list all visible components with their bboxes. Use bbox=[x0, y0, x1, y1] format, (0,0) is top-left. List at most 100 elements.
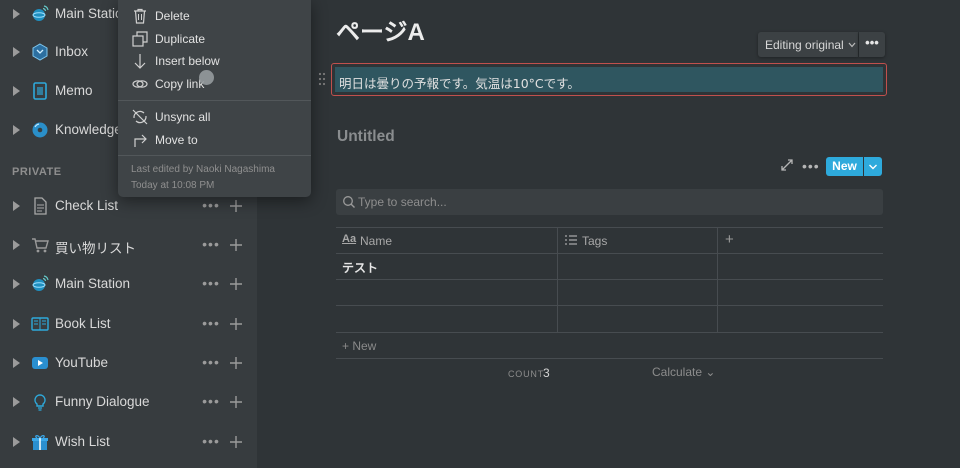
globe-satellite-icon bbox=[32, 5, 49, 21]
add-page-icon[interactable] bbox=[227, 236, 245, 254]
more-options-icon[interactable]: ••• bbox=[201, 353, 221, 373]
page-title[interactable]: ページA bbox=[336, 12, 425, 47]
more-options-icon[interactable]: ••• bbox=[201, 392, 221, 412]
add-page-icon[interactable] bbox=[227, 433, 245, 451]
table-row[interactable]: テスト bbox=[336, 254, 883, 279]
sidebar-item-label: Check List bbox=[55, 198, 119, 213]
synced-block-more-button[interactable]: ••• bbox=[859, 32, 885, 57]
database-more-icon[interactable]: ••• bbox=[802, 158, 820, 174]
sidebar-item-label: 買い物リスト bbox=[55, 241, 136, 256]
last-edited-timestamp: Today at 10:08 PM bbox=[131, 180, 215, 191]
link-icon bbox=[132, 80, 148, 88]
table-row[interactable] bbox=[336, 306, 883, 331]
last-edited-text: Last edited by Naoki Nagashima bbox=[131, 164, 275, 175]
menu-divider bbox=[118, 155, 311, 156]
gift-icon bbox=[32, 435, 48, 450]
more-options-icon[interactable]: ••• bbox=[201, 235, 221, 255]
expand-caret-icon[interactable] bbox=[13, 319, 20, 329]
lightbulb-icon bbox=[34, 394, 46, 411]
search-input[interactable] bbox=[358, 191, 858, 213]
sidebar-item-wish-list[interactable]: Wish List ••• bbox=[0, 428, 257, 458]
sidebar-item-label: Funny Dialogue bbox=[55, 394, 150, 409]
chevron-down-icon bbox=[848, 42, 856, 47]
add-page-icon[interactable] bbox=[227, 197, 245, 215]
calculate-button[interactable]: Calculate ⌄ bbox=[652, 365, 715, 379]
expand-caret-icon[interactable] bbox=[13, 397, 20, 407]
more-options-icon[interactable]: ••• bbox=[201, 274, 221, 294]
unsync-icon bbox=[132, 109, 148, 125]
expand-icon[interactable] bbox=[780, 158, 794, 172]
menu-item-label: Delete bbox=[155, 9, 190, 23]
add-page-icon[interactable] bbox=[227, 315, 245, 333]
more-options-icon[interactable]: ••• bbox=[201, 432, 221, 452]
menu-item-copy-link[interactable]: Copy link bbox=[118, 73, 311, 95]
more-options-icon[interactable]: ••• bbox=[201, 314, 221, 334]
table-border bbox=[336, 332, 883, 333]
count-value: 3 bbox=[543, 366, 550, 380]
menu-item-insert-below[interactable]: Insert below bbox=[118, 50, 311, 72]
expand-caret-icon[interactable] bbox=[13, 125, 20, 135]
sidebar-item-label: Knowledge bbox=[55, 122, 122, 137]
section-label-private: PRIVATE bbox=[12, 166, 62, 178]
memo-icon bbox=[33, 82, 47, 100]
sidebar-item-label: Book List bbox=[55, 316, 111, 331]
search-bar[interactable] bbox=[336, 189, 883, 215]
database-title[interactable]: Untitled bbox=[337, 128, 395, 146]
sidebar-item-youtube[interactable]: YouTube ••• bbox=[0, 349, 257, 379]
sidebar-item-main-station-2[interactable]: Main Station ••• bbox=[0, 270, 257, 300]
column-header-name[interactable]: Aa Name bbox=[336, 227, 557, 253]
expand-caret-icon[interactable] bbox=[13, 437, 20, 447]
sidebar-item-funny-dialogue[interactable]: Funny Dialogue ••• bbox=[0, 388, 257, 418]
sidebar-item-label: Memo bbox=[55, 83, 93, 98]
column-header-label: Name bbox=[360, 234, 393, 248]
sidebar-item-book-list[interactable]: Book List ••• bbox=[0, 310, 257, 340]
synced-block-text[interactable]: 明日は曇りの予報です。気温は10°Cです。 bbox=[339, 73, 580, 92]
expand-caret-icon[interactable] bbox=[13, 9, 20, 19]
menu-item-label: Insert below bbox=[155, 54, 220, 68]
editing-original-button[interactable]: Editing original bbox=[758, 32, 858, 57]
table-border bbox=[336, 358, 883, 359]
add-page-icon[interactable] bbox=[227, 275, 245, 293]
expand-caret-icon[interactable] bbox=[13, 47, 20, 57]
move-to-icon bbox=[134, 134, 147, 147]
document-icon bbox=[34, 197, 47, 215]
drag-handle-icon[interactable] bbox=[318, 72, 328, 86]
more-options-icon[interactable]: ••• bbox=[201, 196, 221, 216]
sidebar-item-label: YouTube bbox=[55, 355, 109, 370]
table-row[interactable] bbox=[336, 280, 883, 305]
add-column-button[interactable]: + bbox=[725, 231, 734, 248]
shopping-cart-icon bbox=[32, 238, 49, 253]
add-page-icon[interactable] bbox=[227, 393, 245, 411]
count-label: COUNT bbox=[508, 369, 544, 379]
expand-caret-icon[interactable] bbox=[13, 279, 20, 289]
add-page-icon[interactable] bbox=[227, 354, 245, 372]
menu-item-duplicate[interactable]: Duplicate bbox=[118, 28, 311, 50]
expand-caret-icon[interactable] bbox=[13, 358, 20, 368]
editing-original-label: Editing original bbox=[765, 37, 844, 52]
menu-item-label: Copy link bbox=[155, 77, 205, 91]
cell-name[interactable]: テスト bbox=[342, 259, 378, 276]
mouse-cursor-indicator bbox=[199, 70, 214, 85]
text-aa-icon: Aa bbox=[342, 233, 357, 245]
menu-item-label: Move to bbox=[155, 133, 198, 147]
trash-icon bbox=[134, 8, 146, 24]
expand-caret-icon[interactable] bbox=[13, 86, 20, 96]
column-header-label: Tags bbox=[582, 234, 608, 248]
sidebar-item-label: Inbox bbox=[55, 44, 89, 59]
synced-block[interactable]: 明日は曇りの予報です。気温は10°Cです。 bbox=[331, 63, 887, 96]
synced-block-highlight: 明日は曇りの予報です。気温は10°Cです。 bbox=[335, 67, 883, 92]
menu-item-label: Unsync all bbox=[155, 110, 211, 124]
expand-caret-icon[interactable] bbox=[13, 240, 20, 250]
new-entry-button[interactable]: New bbox=[826, 157, 863, 176]
menu-item-label: Duplicate bbox=[155, 32, 206, 46]
new-entry-dropdown[interactable] bbox=[864, 157, 882, 176]
menu-item-unsync-all[interactable]: Unsync all bbox=[118, 106, 311, 128]
sidebar-item-shopping-list[interactable]: 買い物リスト ••• bbox=[0, 231, 257, 261]
menu-item-delete[interactable]: Delete bbox=[118, 5, 311, 27]
expand-caret-icon[interactable] bbox=[13, 201, 20, 211]
column-header-tags[interactable]: Tags bbox=[558, 227, 717, 253]
duplicate-icon bbox=[132, 31, 148, 47]
list-icon bbox=[565, 235, 577, 245]
menu-item-move-to[interactable]: Move to bbox=[118, 129, 311, 151]
add-new-row-button[interactable]: + New bbox=[342, 339, 376, 353]
